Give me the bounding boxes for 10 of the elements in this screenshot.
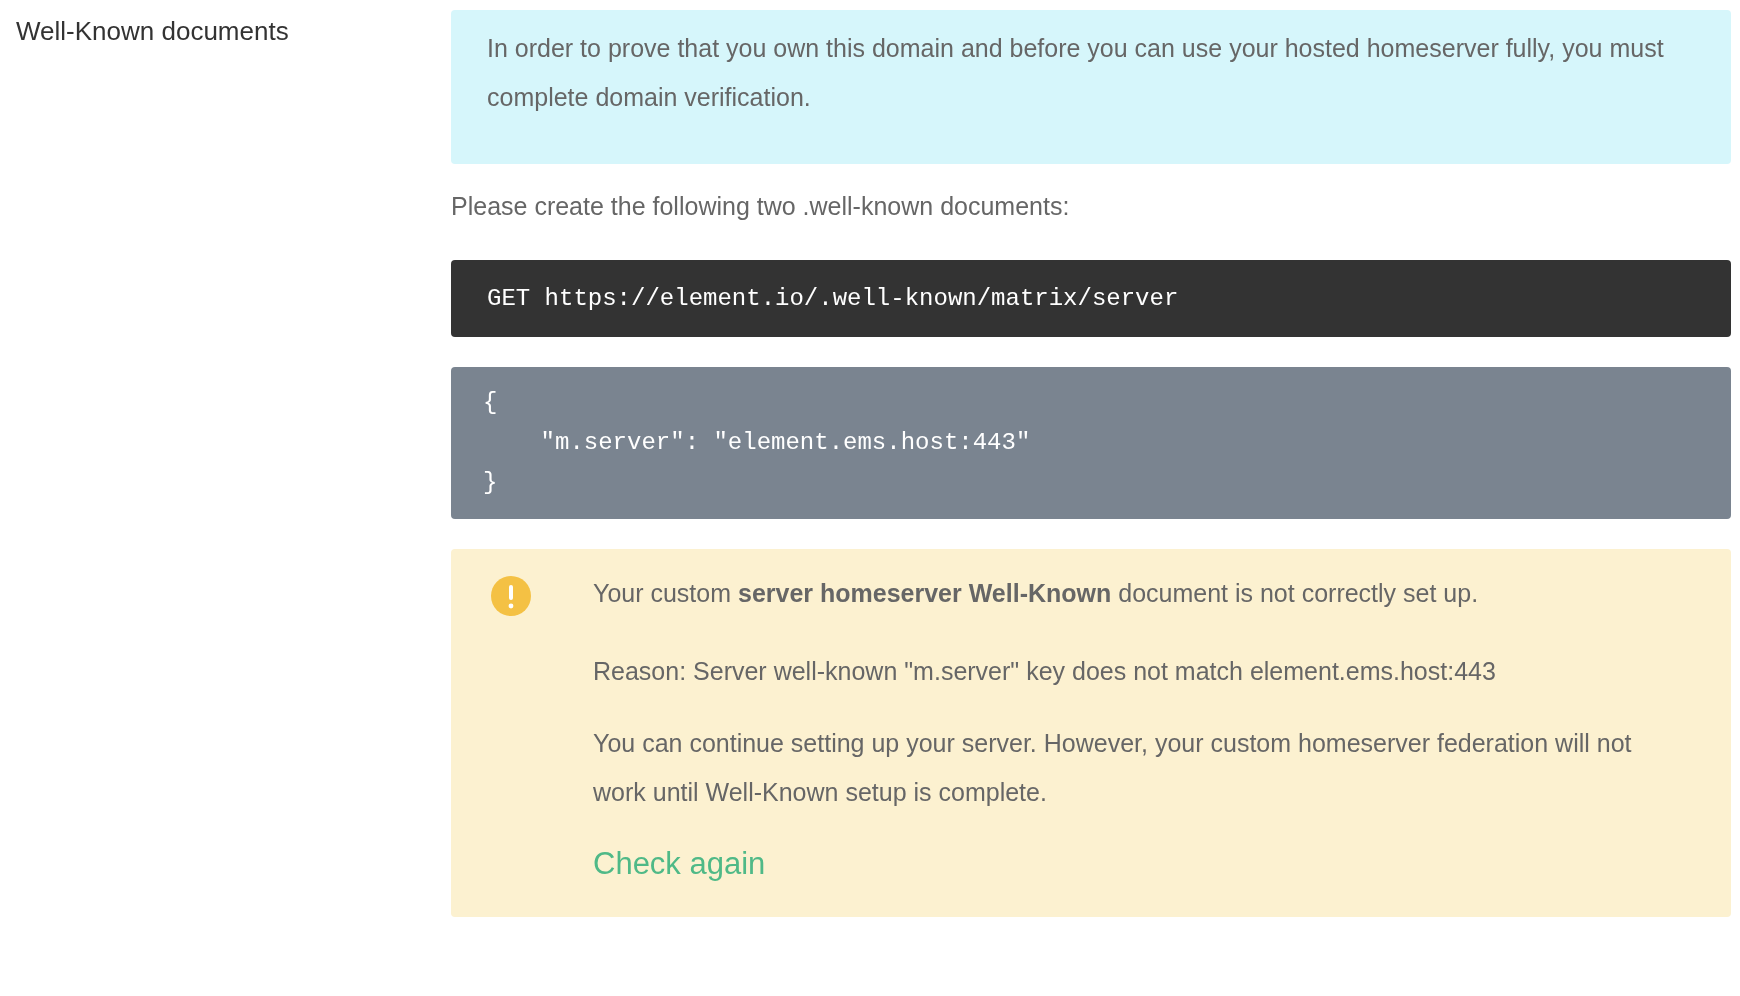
info-notice: In order to prove that you own this domain and before you can use your hosted homeserver fully, you must complete domain verification. [451,10,1731,164]
request-code-block: GET https://element.io/.well-known/matrix/server [451,260,1731,337]
check-again-link[interactable]: Check again [593,839,766,889]
warning-reason: Reason: Server well-known "m.server" key does not match element.ems.host:443 [593,656,1497,687]
instruction-text: Please create the following two .well-known documents: [451,191,1071,222]
response-code-block: { "m.server": "element.ems.host:443" } [451,367,1731,519]
warning-note: You can continue setting up your server. However, your custom homeserver federation will not work until Well-Known setup is complete. [593,728,1633,808]
section-label: Well-Known documents [16,16,289,46]
warning-icon [491,576,531,616]
warning-message: Your custom server homeserver Well-Known document is not correctly set up. [593,578,1480,609]
